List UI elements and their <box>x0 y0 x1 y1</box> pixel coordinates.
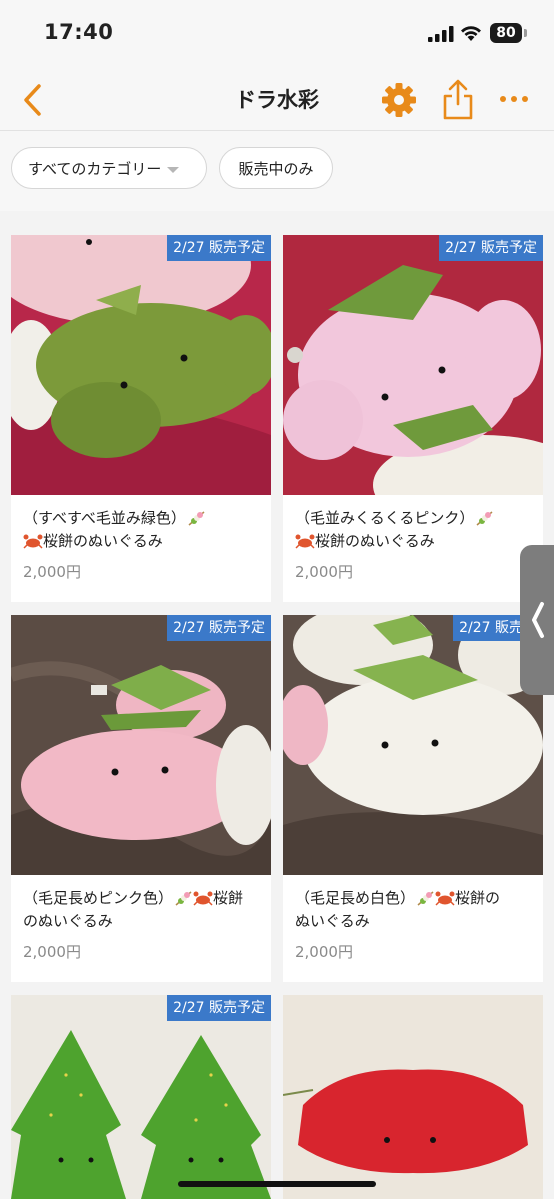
product-photo <box>283 615 543 875</box>
product-name-line1: （すべすべ毛並み緑色） <box>23 509 186 527</box>
product-photo <box>283 235 543 495</box>
dango-icon <box>417 891 434 906</box>
product-card[interactable] <box>283 995 543 1199</box>
product-name-line1: （毛足長め白色） <box>295 889 416 907</box>
navigation-bar: ドラ水彩 <box>0 70 554 131</box>
dango-icon <box>188 511 205 526</box>
on-sale-filter-label: 販売中のみ <box>238 160 314 178</box>
category-filter-label: すべてのカテゴリー <box>28 160 162 178</box>
cellular-signal-icon <box>428 26 454 42</box>
chevron-left-icon[interactable] <box>14 78 54 122</box>
product-name: （すべすべ毛並み緑色） 桜餅のぬいぐるみ <box>23 507 263 553</box>
release-date-badge: 2/27 販売予定 <box>167 235 271 261</box>
product-photo <box>11 995 271 1199</box>
home-indicator <box>178 1181 376 1187</box>
share-icon[interactable] <box>440 78 476 122</box>
product-photo <box>283 995 543 1199</box>
product-card[interactable]: 2/27 販売予定 （毛足長めピンク色） 桜餅 のぬいぐるみ 2,000円 <box>11 615 271 982</box>
product-price: 2,000円 <box>23 943 81 961</box>
release-date-badge: 2/27 販売予定 <box>167 615 271 641</box>
product-name: （毛並みくるくるピンク） 桜餅のぬいぐるみ <box>295 507 535 553</box>
product-name-line1b: 桜餅 <box>213 889 244 907</box>
crab-icon <box>295 534 315 549</box>
product-name-line1b: 桜餅の <box>455 889 501 907</box>
chevron-left-icon <box>532 602 544 638</box>
battery-level: 80 <box>490 23 522 43</box>
product-name-line1: （毛並みくるくるピンク） <box>295 509 475 527</box>
status-bar: 17:40 80 <box>0 0 554 70</box>
release-date-badge: 2/27 販売予定 <box>439 235 543 261</box>
product-name: （毛足長めピンク色） 桜餅 のぬいぐるみ <box>23 887 263 933</box>
product-card[interactable]: 2/27 販売予定 （毛並みくるくるピンク） 桜餅のぬいぐるみ 2,000円 <box>283 235 543 602</box>
category-filter-dropdown[interactable]: すべてのカテゴリー <box>11 147 207 189</box>
on-sale-filter-button[interactable]: 販売中のみ <box>219 147 333 189</box>
battery-icon <box>524 29 527 37</box>
gear-icon[interactable] <box>380 81 418 119</box>
product-card[interactable]: 2/27 販売予定 <box>11 995 271 1199</box>
release-date-badge: 2/27 販売予定 <box>167 995 271 1021</box>
product-name-line2: のぬいぐるみ <box>23 912 113 930</box>
product-photo <box>11 235 271 495</box>
product-name-line1: （毛足長めピンク色） <box>23 889 174 907</box>
wifi-icon <box>461 26 481 41</box>
dropdown-caret-icon <box>167 166 180 173</box>
product-price: 2,000円 <box>23 563 81 581</box>
crab-icon <box>435 891 455 906</box>
product-name-line2: 桜餅のぬいぐるみ <box>315 532 435 550</box>
product-card[interactable]: 2/27 販売予定 （すべすべ毛並み緑色） 桜餅のぬいぐるみ 2,000円 <box>11 235 271 602</box>
crab-icon <box>193 891 213 906</box>
product-price: 2,000円 <box>295 563 353 581</box>
filter-bar: すべてのカテゴリー 販売中のみ <box>0 131 554 211</box>
dango-icon <box>175 891 192 906</box>
dango-icon <box>476 511 493 526</box>
product-name-line2: 桜餅のぬいぐるみ <box>43 532 163 550</box>
status-time: 17:40 <box>44 20 114 44</box>
side-panel-tab[interactable] <box>520 545 554 695</box>
product-photo <box>11 615 271 875</box>
product-name: （毛足長め白色） 桜餅の ぬいぐるみ <box>295 887 535 933</box>
product-price: 2,000円 <box>295 943 353 961</box>
product-name-line2: ぬいぐるみ <box>295 912 370 930</box>
product-card[interactable]: 2/27 販売予 （毛足長め白色） 桜餅の ぬいぐるみ 2,000円 <box>283 615 543 982</box>
more-icon[interactable] <box>496 84 532 114</box>
crab-icon <box>23 534 43 549</box>
